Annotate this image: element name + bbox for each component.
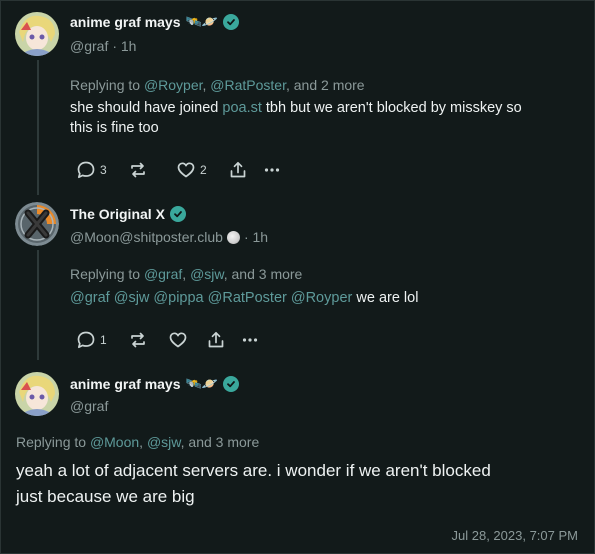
post-header: anime graf mays 🛰️🪐 (70, 376, 239, 392)
replying-to: Replying to @Royper, @RatPoster, and 2 m… (70, 77, 365, 93)
instance-link[interactable]: poa.st (222, 100, 262, 116)
boost-button[interactable] (128, 160, 176, 180)
reply-count: 1 (100, 333, 107, 347)
avatar[interactable] (15, 202, 59, 246)
handle[interactable]: @Moon@shitposter.club (70, 229, 223, 245)
post-actions: 1 (76, 330, 260, 350)
more-button[interactable] (240, 330, 260, 350)
reply-icon (76, 330, 96, 350)
post-handle-row: @Moon@shitposter.club · 1h (70, 229, 268, 245)
verified-icon (169, 206, 186, 222)
more-mentions[interactable]: , and 3 more (181, 434, 260, 450)
name-emoji: 🛰️🪐 (185, 14, 218, 29)
share-button[interactable] (206, 330, 240, 350)
heart-icon (176, 160, 196, 180)
replying-to: Replying to @graf, @sjw, and 3 more (70, 266, 303, 282)
verified-icon (222, 376, 239, 392)
share-icon (206, 330, 226, 350)
handle[interactable]: @graf (70, 38, 108, 54)
handle[interactable]: @graf (70, 398, 108, 414)
mention-link[interactable]: @sjw (147, 434, 181, 450)
mention-link[interactable]: @graf (144, 266, 182, 282)
more-button[interactable] (262, 160, 282, 180)
share-icon (228, 160, 248, 180)
post-timestamp[interactable]: Jul 28, 2023, 7:07 PM (452, 528, 578, 543)
post-time[interactable]: · 1h (244, 229, 268, 245)
post-handle-row: @graf · 1h (70, 38, 136, 54)
mentions-list[interactable]: @graf @sjw @pippa @RatPoster @Royper (70, 290, 352, 306)
more-mentions[interactable]: , and 3 more (224, 266, 303, 282)
like-button[interactable]: 2 (176, 160, 228, 180)
display-name[interactable]: anime graf mays (70, 14, 181, 30)
thread-connector (37, 250, 39, 360)
post-header: The Original X (70, 206, 186, 222)
share-button[interactable] (228, 160, 262, 180)
like-count: 2 (200, 163, 207, 177)
post-time[interactable]: · 1h (112, 38, 136, 54)
reply-count: 3 (100, 163, 107, 177)
post-content: yeah a lot of adjacent servers are. i wo… (16, 461, 491, 506)
verified-icon (222, 14, 239, 30)
boost-button[interactable] (128, 330, 168, 350)
name-emoji: 🛰️🪐 (185, 376, 218, 391)
moon-icon (226, 230, 240, 244)
post-content: she should have joined poa.st tbh but we… (70, 100, 522, 136)
mention-link[interactable]: @Royper (144, 77, 203, 93)
post-actions: 3 2 (76, 160, 282, 180)
more-icon (262, 160, 282, 180)
mention-link[interactable]: @Moon (90, 434, 139, 450)
mention-link[interactable]: @RatPoster (210, 77, 286, 93)
mention-link[interactable]: @sjw (190, 266, 224, 282)
boost-icon (128, 160, 148, 180)
post-handle-row: @graf (70, 398, 108, 414)
heart-icon (168, 330, 188, 350)
like-button[interactable] (168, 330, 206, 350)
replying-to: Replying to @Moon, @sjw, and 3 more (16, 434, 260, 450)
more-icon (240, 330, 260, 350)
display-name[interactable]: anime graf mays (70, 376, 181, 392)
more-mentions[interactable]: , and 2 more (286, 77, 365, 93)
thread-connector (37, 60, 39, 195)
boost-icon (128, 330, 148, 350)
post-content: @graf @sjw @pippa @RatPoster @Royper we … (70, 290, 419, 306)
post-header: anime graf mays 🛰️🪐 (70, 14, 239, 30)
display-name[interactable]: The Original X (70, 206, 165, 222)
reply-button[interactable]: 1 (76, 330, 128, 350)
avatar[interactable] (15, 12, 59, 56)
avatar[interactable] (15, 372, 59, 416)
reply-icon (76, 160, 96, 180)
reply-button[interactable]: 3 (76, 160, 128, 180)
